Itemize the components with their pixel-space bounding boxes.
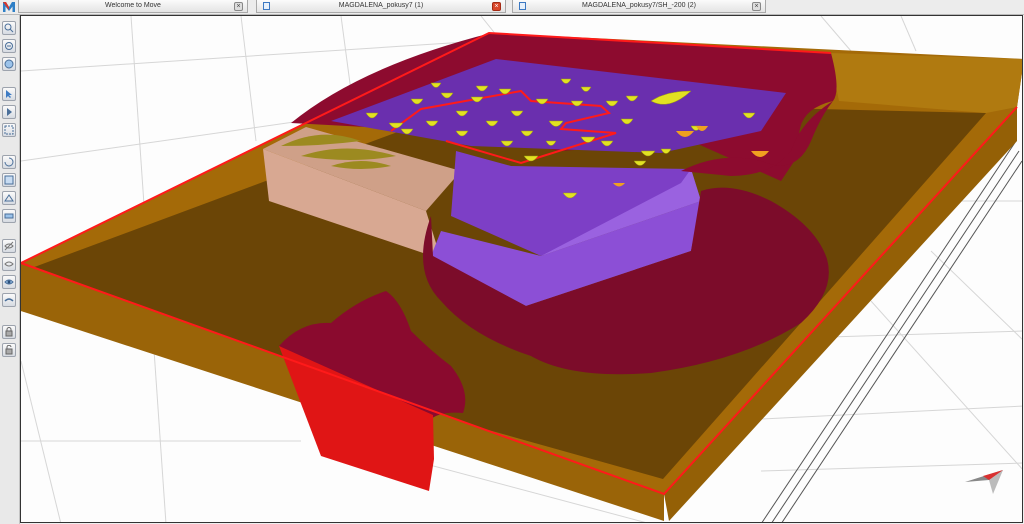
hide-tool[interactable] (2, 239, 16, 253)
box-select-icon (4, 125, 14, 135)
surface-icon (4, 298, 14, 302)
rotate-tool[interactable] (2, 155, 16, 169)
unlock-icon (5, 345, 13, 355)
section-icon (4, 194, 14, 202)
left-toolbar (0, 15, 20, 524)
section-tool[interactable] (2, 191, 16, 205)
view-tool[interactable] (2, 275, 16, 289)
close-tab-button[interactable]: × (492, 2, 501, 11)
unlock-tool[interactable] (2, 343, 16, 357)
select-icon (6, 90, 12, 98)
hide-icon (4, 241, 14, 251)
pointer-icon (7, 108, 12, 116)
show-tool[interactable] (2, 257, 16, 271)
orientation-compass-icon[interactable] (963, 464, 1005, 496)
zoom-out-tool[interactable] (2, 39, 16, 53)
lock-icon (5, 327, 13, 337)
view-icon (4, 279, 14, 285)
lock-tool[interactable] (2, 325, 16, 339)
zoom-fit-tool[interactable] (2, 57, 16, 71)
tab-label: MAGDALENA_pokusy7 (1) (338, 2, 424, 9)
zoom-in-tool[interactable] (2, 21, 16, 35)
close-tab-button[interactable]: × (234, 2, 243, 11)
pan-icon (4, 175, 14, 185)
zoom-fit-icon (4, 59, 14, 69)
tab-model-1[interactable]: MAGDALENA_pokusy7 (1) × (256, 0, 506, 13)
pan-tool[interactable] (2, 173, 16, 187)
tab-bar: Welcome to Move × MAGDALENA_pokusy7 (1) … (0, 0, 1024, 15)
tab-label: Welcome to Move (105, 2, 161, 9)
3d-model-scene[interactable] (21, 16, 1023, 523)
3d-viewport[interactable] (20, 15, 1023, 523)
surface-tool[interactable] (2, 293, 16, 307)
tab-welcome[interactable]: Welcome to Move × (18, 0, 248, 13)
zoom-in-icon (4, 23, 14, 33)
rotate-icon (4, 157, 14, 167)
box-select-tool[interactable] (2, 123, 16, 137)
zoom-out-icon (5, 42, 13, 50)
select-tool[interactable] (2, 87, 16, 101)
app-logo-icon (3, 2, 15, 12)
measure-icon (4, 213, 14, 219)
tab-label: MAGDALENA_pokusy7/SH_-200 (2) (582, 2, 696, 9)
show-icon (4, 261, 14, 267)
tab-model-2[interactable]: MAGDALENA_pokusy7/SH_-200 (2) × (512, 0, 766, 13)
measure-tool[interactable] (2, 209, 16, 223)
pointer-tool[interactable] (2, 105, 16, 119)
close-tab-button[interactable]: × (752, 2, 761, 11)
